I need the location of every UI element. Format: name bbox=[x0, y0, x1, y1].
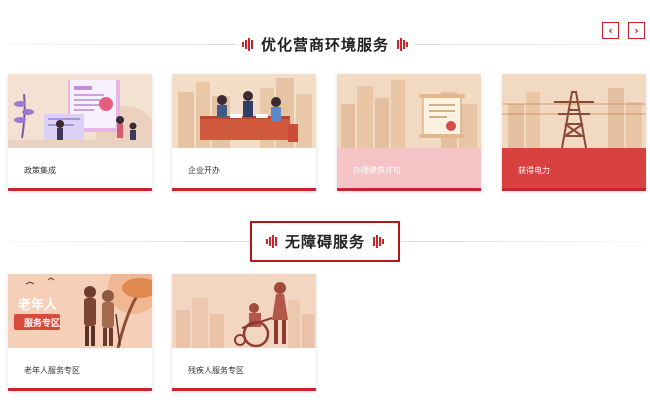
sound-bars-icon bbox=[373, 235, 385, 249]
sound-bars-icon bbox=[242, 38, 253, 52]
card-accent-bar bbox=[337, 188, 481, 191]
section-header-business: 优化营商环境服务 bbox=[8, 34, 643, 55]
card-label: 老年人服务专区 bbox=[24, 366, 80, 375]
card-label: 企业开办 bbox=[188, 166, 220, 175]
card-label-area: 残疾人服务专区 bbox=[172, 348, 316, 388]
service-card-elderly[interactable]: 老年人 服务专区 老年人服务专区 bbox=[8, 274, 152, 391]
wheelchair-illustration bbox=[172, 274, 316, 348]
service-card-policy[interactable]: 政策集成 bbox=[8, 74, 152, 191]
card-label-area: 企业开办 bbox=[172, 148, 316, 188]
banner-subtitle: 服务专区 bbox=[24, 319, 61, 329]
card-label: 获得电力 bbox=[518, 166, 550, 175]
section-title-wrap: 无障碍服务 bbox=[250, 221, 401, 262]
sound-bars-icon bbox=[266, 235, 277, 249]
card-accent-bar bbox=[172, 188, 316, 191]
card-label-area: 办理建筑许可 bbox=[337, 148, 481, 188]
divider-line bbox=[8, 241, 250, 242]
banner-title: 老年人 bbox=[18, 298, 58, 313]
page: ‹ › 优化营商环境服务 政策集成 企业开办 办理建筑许可 获得电力 无障碍服务… bbox=[0, 0, 650, 411]
divider-line bbox=[400, 241, 643, 242]
section-title: 无障碍服务 bbox=[285, 233, 366, 251]
card-accent-bar bbox=[8, 388, 152, 391]
card-label-area: 获得电力 bbox=[502, 148, 646, 188]
section-title-wrap: 优化营商环境服务 bbox=[236, 34, 414, 55]
sound-bars-icon bbox=[397, 38, 409, 52]
policy-illustration bbox=[8, 74, 152, 148]
card-label: 残疾人服务专区 bbox=[188, 366, 244, 375]
elderly-illustration: 老年人 服务专区 bbox=[8, 274, 152, 348]
card-label: 办理建筑许可 bbox=[353, 166, 401, 175]
card-accent-bar bbox=[502, 188, 646, 191]
business-meeting-illustration bbox=[172, 74, 316, 148]
service-card-building-permit[interactable]: 办理建筑许可 bbox=[337, 74, 481, 191]
card-label-area: 政策集成 bbox=[8, 148, 152, 188]
card-label: 政策集成 bbox=[24, 166, 56, 175]
service-card-disabled[interactable]: 残疾人服务专区 bbox=[172, 274, 316, 391]
divider-line bbox=[8, 44, 236, 45]
building-permit-illustration bbox=[337, 74, 481, 148]
divider-line bbox=[414, 44, 643, 45]
card-label-area: 老年人服务专区 bbox=[8, 348, 152, 388]
section-header-accessibility: 无障碍服务 bbox=[8, 221, 643, 262]
power-tower-illustration bbox=[502, 74, 646, 148]
card-accent-bar bbox=[8, 188, 152, 191]
service-card-electricity[interactable]: 获得电力 bbox=[502, 74, 646, 191]
section-title: 优化营商环境服务 bbox=[261, 36, 390, 54]
card-accent-bar bbox=[172, 388, 316, 391]
service-card-business-startup[interactable]: 企业开办 bbox=[172, 74, 316, 191]
